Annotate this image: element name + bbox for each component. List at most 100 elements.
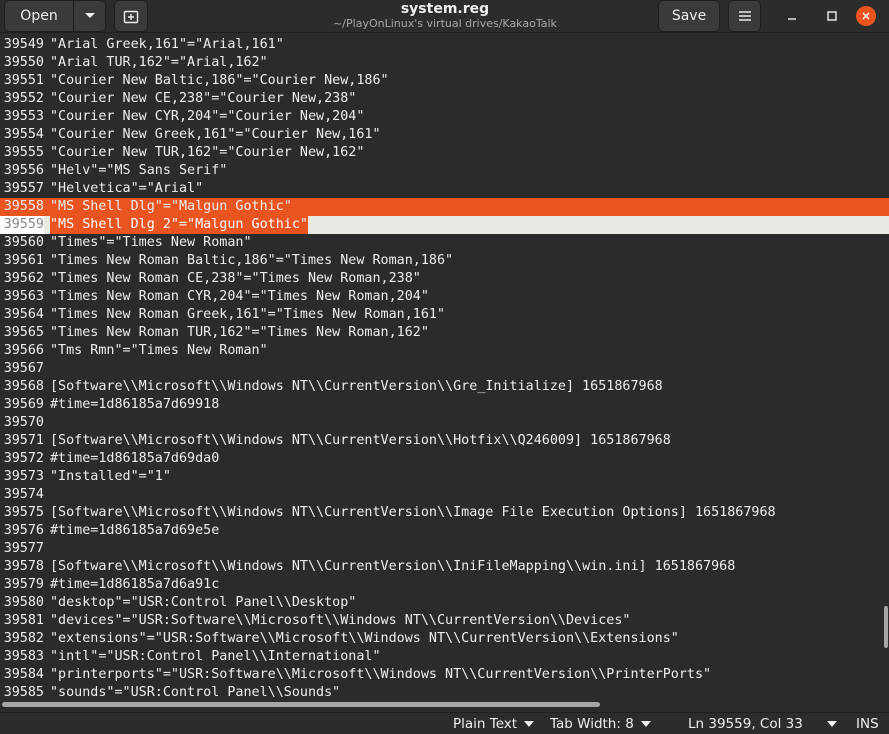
chevron-down-icon xyxy=(826,721,837,727)
language-selector[interactable]: Plain Text xyxy=(453,716,535,732)
editor-line[interactable]: 39551 "Courier New Baltic,186"="Courier N… xyxy=(0,72,889,90)
editor-line[interactable]: 39572 #time=1d86185a7d69da0 xyxy=(0,450,889,468)
line-text: [Software\\Microsoft\\Windows NT\\Curren… xyxy=(50,559,736,574)
line-text: "Times New Roman CE,238"="Times New Roma… xyxy=(50,271,421,286)
line-text: #time=1d86185a7d69da0 xyxy=(50,451,220,466)
editor-line[interactable]: 39570 xyxy=(0,414,889,432)
editor-line[interactable]: 39560 "Times"="Times New Roman" xyxy=(0,234,889,252)
editor-line[interactable]: 39576 #time=1d86185a7d69e5e xyxy=(0,522,889,540)
editor-line[interactable]: 39580 "desktop"="USR:Control Panel\\Deskt… xyxy=(0,594,889,612)
line-number: 39583 xyxy=(3,649,44,664)
close-button[interactable] xyxy=(853,0,879,32)
line-number: 39559 xyxy=(0,216,44,234)
line-number: 39549 xyxy=(3,37,44,52)
line-number: 39585 xyxy=(3,685,44,698)
line-text: "Courier New Greek,161"="Courier New,161… xyxy=(50,127,381,142)
editor-line[interactable]: 39567 xyxy=(0,360,889,378)
chevron-down-icon xyxy=(84,13,95,18)
line-number: 39557 xyxy=(3,181,44,196)
line-number: 39551 xyxy=(3,73,44,88)
editor-line[interactable]: 39569 #time=1d86185a7d69918 xyxy=(0,396,889,414)
editor-line[interactable]: 39585 "sounds"="USR:Control Panel\\Sounds… xyxy=(0,684,889,698)
editor-line[interactable]: 39561 "Times New Roman Baltic,186"="Times… xyxy=(0,252,889,270)
editor-line[interactable]: 39573 "Installed"="1" xyxy=(0,468,889,486)
line-number: 39562 xyxy=(3,271,44,286)
editor-line[interactable]: 39571 [Software\\Microsoft\\Windows NT\\C… xyxy=(0,432,889,450)
minimize-button[interactable] xyxy=(779,0,805,32)
editor-line[interactable]: 39579 #time=1d86185a7d6a91c xyxy=(0,576,889,594)
line-number: 39552 xyxy=(3,91,44,106)
minimize-icon xyxy=(788,18,796,20)
editor-line[interactable]: 39562 "Times New Roman CE,238"="Times New… xyxy=(0,270,889,288)
line-text: "Times New Roman Baltic,186"="Times New … xyxy=(50,253,454,268)
line-number: 39568 xyxy=(3,379,44,394)
line-text: #time=1d86185a7d69e5e xyxy=(50,523,220,538)
insert-mode-indicator[interactable]: INS xyxy=(856,716,879,732)
editor-line[interactable]: 39568 [Software\\Microsoft\\Windows NT\\C… xyxy=(0,378,889,396)
line-text: #time=1d86185a7d6a91c xyxy=(50,577,220,592)
line-text: #time=1d86185a7d69918 xyxy=(50,397,220,412)
editor-line[interactable]: 39550 "Arial TUR,162"="Arial,162" xyxy=(0,54,889,72)
line-number: 39580 xyxy=(3,595,44,610)
line-text: "Installed"="1" xyxy=(50,469,171,484)
line-text: "Arial TUR,162"="Arial,162" xyxy=(50,55,268,70)
editor-line[interactable]: 39558 "MS Shell Dlg"="Malgun Gothic" xyxy=(0,198,889,216)
editor-line[interactable]: 39584 "printerports"="USR:Software\\Micro… xyxy=(0,666,889,684)
editor-line[interactable]: 39582 "extensions"="USR:Software\\Microso… xyxy=(0,630,889,648)
line-number: 39560 xyxy=(3,235,44,250)
editor-line[interactable]: 39554 "Courier New Greek,161"="Courier Ne… xyxy=(0,126,889,144)
line-number: 39576 xyxy=(3,523,44,538)
editor-line[interactable]: 39566 "Tms Rmn"="Times New Roman" xyxy=(0,342,889,360)
line-text: "sounds"="USR:Control Panel\\Sounds" xyxy=(50,685,341,698)
editor-line[interactable]: 39581 "devices"="USR:Software\\Microsoft\… xyxy=(0,612,889,630)
line-number: 39563 xyxy=(3,289,44,304)
editor-line[interactable]: 39552 "Courier New CE,238"="Courier New,2… xyxy=(0,90,889,108)
line-number: 39575 xyxy=(3,505,44,520)
close-icon xyxy=(856,6,876,26)
editor-line[interactable]: 39565 "Times New Roman TUR,162"="Times Ne… xyxy=(0,324,889,342)
editor-line[interactable]: 39583 "intl"="USR:Control Panel\\Internat… xyxy=(0,648,889,666)
editor-line[interactable]: 39578 [Software\\Microsoft\\Windows NT\\C… xyxy=(0,558,889,576)
header-bar: Open system.reg ~/PlayOnLinux's virtual … xyxy=(0,0,889,33)
line-text: "Courier New Baltic,186"="Courier New,18… xyxy=(50,73,389,88)
tab-width-label: Tab Width: 8 xyxy=(550,716,634,732)
maximize-icon xyxy=(827,11,837,21)
vertical-scrollbar[interactable] xyxy=(884,606,888,648)
line-number: 39572 xyxy=(3,451,44,466)
insert-mode-label: INS xyxy=(856,716,879,732)
editor-line[interactable]: 39563 "Times New Roman CYR,204"="Times Ne… xyxy=(0,288,889,306)
cursor-position-selector[interactable]: Ln 39559, Col 33 xyxy=(688,716,837,732)
save-button[interactable]: Save xyxy=(658,0,720,32)
line-text: "intl"="USR:Control Panel\\International… xyxy=(50,649,381,664)
line-text: "Times"="Times New Roman" xyxy=(50,235,252,250)
line-text: "Times New Roman Greek,161"="Times New R… xyxy=(50,307,446,322)
editor-line[interactable]: 39555 "Courier New TUR,162"="Courier New,… xyxy=(0,144,889,162)
tab-width-selector[interactable]: Tab Width: 8 xyxy=(550,716,651,732)
text-editor[interactable]: 39549 "Arial Greek,161"="Arial,161" 39550 "… xyxy=(0,33,889,698)
new-tab-button[interactable] xyxy=(114,0,148,32)
editor-line[interactable]: 39557 "Helvetica"="Arial" xyxy=(0,180,889,198)
save-button-label: Save xyxy=(671,8,707,24)
open-button[interactable]: Open xyxy=(4,0,74,32)
editor-line[interactable]: 39574 xyxy=(0,486,889,504)
window-subtitle: ~/PlayOnLinux's virtual drives/KakaoTalk xyxy=(333,17,557,30)
editor-line[interactable]: 39556 "Helv"="MS Sans Serif" xyxy=(0,162,889,180)
open-menu-button[interactable] xyxy=(73,0,106,32)
editor-line[interactable]: 39577 xyxy=(0,540,889,558)
editor-line[interactable]: 39575 [Software\\Microsoft\\Windows NT\\C… xyxy=(0,504,889,522)
line-text: "Times New Roman CYR,204"="Times New Rom… xyxy=(50,289,429,304)
editor-line[interactable]: 39553 "Courier New CYR,204"="Courier New,… xyxy=(0,108,889,126)
editor-line[interactable]: 39564 "Times New Roman Greek,161"="Times … xyxy=(0,306,889,324)
line-number: 39578 xyxy=(3,559,44,574)
horizontal-scrollbar[interactable] xyxy=(2,702,600,707)
line-number: 39581 xyxy=(3,613,44,628)
line-text: [Software\\Microsoft\\Windows NT\\Curren… xyxy=(50,433,671,448)
line-text: "Courier New TUR,162"="Courier New,162" xyxy=(50,145,365,160)
editor-line[interactable]: 39559 "MS Shell Dlg 2"="Malgun Gothic" xyxy=(0,216,889,234)
maximize-button[interactable] xyxy=(819,0,845,32)
window-title: system.reg xyxy=(400,1,490,17)
editor-line[interactable]: 39549 "Arial Greek,161"="Arial,161" xyxy=(0,36,889,54)
main-menu-button[interactable] xyxy=(728,0,761,32)
line-text: "Tms Rmn"="Times New Roman" xyxy=(50,343,268,358)
line-text: [Software\\Microsoft\\Windows NT\\Curren… xyxy=(50,379,663,394)
